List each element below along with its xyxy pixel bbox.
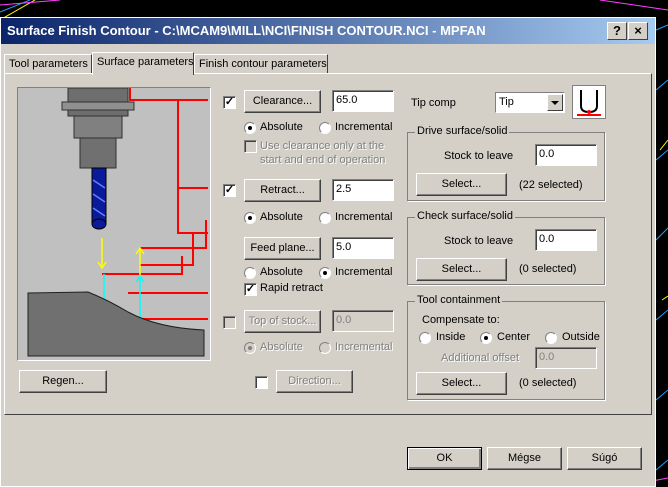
clearance-incremental-radio[interactable] (319, 122, 331, 134)
outside-label: Outside (562, 331, 600, 343)
feed-plane-incremental-radio[interactable] (319, 267, 331, 279)
outside-radio[interactable] (545, 332, 557, 344)
tab-surface-parameters[interactable]: Surface parameters (92, 52, 194, 75)
feed-plane-absolute-radio[interactable] (244, 267, 256, 279)
surface-finish-contour-dialog: Surface Finish Contour - C:\MCAM9\MILL\N… (0, 17, 656, 487)
feed-plane-button[interactable]: Feed plane... (244, 237, 321, 260)
drive-selected-count: (22 selected) (519, 179, 583, 191)
clearance-absolute-label: Absolute (260, 121, 303, 133)
clearance-incremental-label: Incremental (335, 121, 393, 133)
retract-absolute-radio[interactable] (244, 212, 256, 224)
drive-stock-input[interactable]: 0.0 (535, 144, 597, 166)
title-bar[interactable]: Surface Finish Contour - C:\MCAM9\MILL\N… (1, 18, 655, 44)
tip-comp-label: Tip comp (411, 97, 456, 109)
inside-radio[interactable] (419, 332, 431, 344)
regen-button[interactable]: Regen... (19, 370, 107, 393)
tip-comp-icon (572, 85, 606, 119)
tool-containment-group: Tool containment Compensate to: Inside C… (407, 294, 605, 400)
clearance-input[interactable]: 65.0 (332, 90, 394, 112)
inside-label: Inside (436, 331, 466, 343)
rapid-retract-checkbox[interactable]: ✓ (244, 283, 257, 296)
help-icon[interactable]: ? (607, 22, 627, 40)
tip-comp-value: Tip (499, 96, 514, 108)
check-selected-count: (0 selected) (519, 263, 577, 275)
top-of-stock-incremental-label: Incremental (335, 341, 393, 353)
containment-selected-count: (0 selected) (519, 377, 577, 389)
clearance-absolute-radio[interactable] (244, 122, 256, 134)
cancel-button[interactable]: Mégse (487, 447, 562, 470)
use-clearance-label: Use clearance only at the start and end … (260, 140, 386, 166)
tip-comp-select[interactable]: Tip (495, 92, 565, 113)
retract-input[interactable]: 2.5 (332, 179, 394, 201)
check-select-button[interactable]: Select... (416, 258, 507, 281)
top-of-stock-input[interactable]: 0.0 (332, 310, 394, 332)
clearance-checkbox[interactable]: ✓ (223, 96, 236, 109)
feed-plane-input[interactable]: 5.0 (332, 237, 394, 259)
feed-plane-absolute-label: Absolute (260, 266, 303, 278)
retract-checkbox[interactable]: ✓ (223, 184, 236, 197)
retract-incremental-label: Incremental (335, 211, 393, 223)
tool-containment-title: Tool containment (415, 294, 503, 306)
drive-surface-title: Drive surface/solid (415, 125, 510, 137)
center-radio[interactable] (480, 332, 492, 344)
drive-stock-label: Stock to leave (444, 150, 514, 162)
retract-absolute-label: Absolute (260, 211, 303, 223)
tab-finish-contour-parameters[interactable]: Finish contour parameters (194, 54, 328, 73)
top-of-stock-checkbox[interactable] (223, 316, 236, 329)
direction-checkbox[interactable] (255, 376, 268, 389)
drive-select-button[interactable]: Select... (416, 173, 507, 196)
additional-offset-label: Additional offset (441, 352, 520, 364)
center-label: Center (497, 331, 531, 343)
compensate-to-label: Compensate to: (422, 314, 500, 326)
close-icon[interactable]: × (628, 22, 648, 40)
tab-tool-parameters[interactable]: Tool parameters (4, 54, 92, 73)
clearance-button[interactable]: Clearance... (244, 90, 321, 113)
top-of-stock-button[interactable]: Top of stock... (244, 310, 321, 333)
window-title: Surface Finish Contour - C:\MCAM9\MILL\N… (7, 23, 486, 38)
chevron-down-icon[interactable] (547, 94, 563, 111)
check-surface-group: Check surface/solid Stock to leave 0.0 S… (407, 210, 605, 285)
feed-plane-incremental-label: Incremental (335, 266, 393, 278)
rapid-retract-label: Rapid retract (260, 282, 323, 294)
check-stock-label: Stock to leave (444, 235, 514, 247)
drive-surface-group: Drive surface/solid Stock to leave 0.0 S… (407, 125, 605, 201)
retract-button[interactable]: Retract... (244, 179, 321, 202)
containment-select-button[interactable]: Select... (416, 372, 507, 395)
check-surface-title: Check surface/solid (415, 210, 515, 222)
help-button[interactable]: Súgó (567, 447, 642, 470)
additional-offset-input[interactable]: 0.0 (535, 347, 597, 369)
tool-diagram-svg (18, 87, 210, 360)
clearance-diagram (17, 87, 211, 361)
check-stock-input[interactable]: 0.0 (535, 229, 597, 251)
top-of-stock-absolute-label: Absolute (260, 341, 303, 353)
top-of-stock-incremental-radio[interactable] (319, 342, 331, 354)
ok-button[interactable]: OK (407, 447, 482, 470)
top-of-stock-absolute-radio[interactable] (244, 342, 256, 354)
direction-button[interactable]: Direction... (276, 370, 353, 393)
use-clearance-checkbox[interactable] (244, 140, 257, 153)
retract-incremental-radio[interactable] (319, 212, 331, 224)
